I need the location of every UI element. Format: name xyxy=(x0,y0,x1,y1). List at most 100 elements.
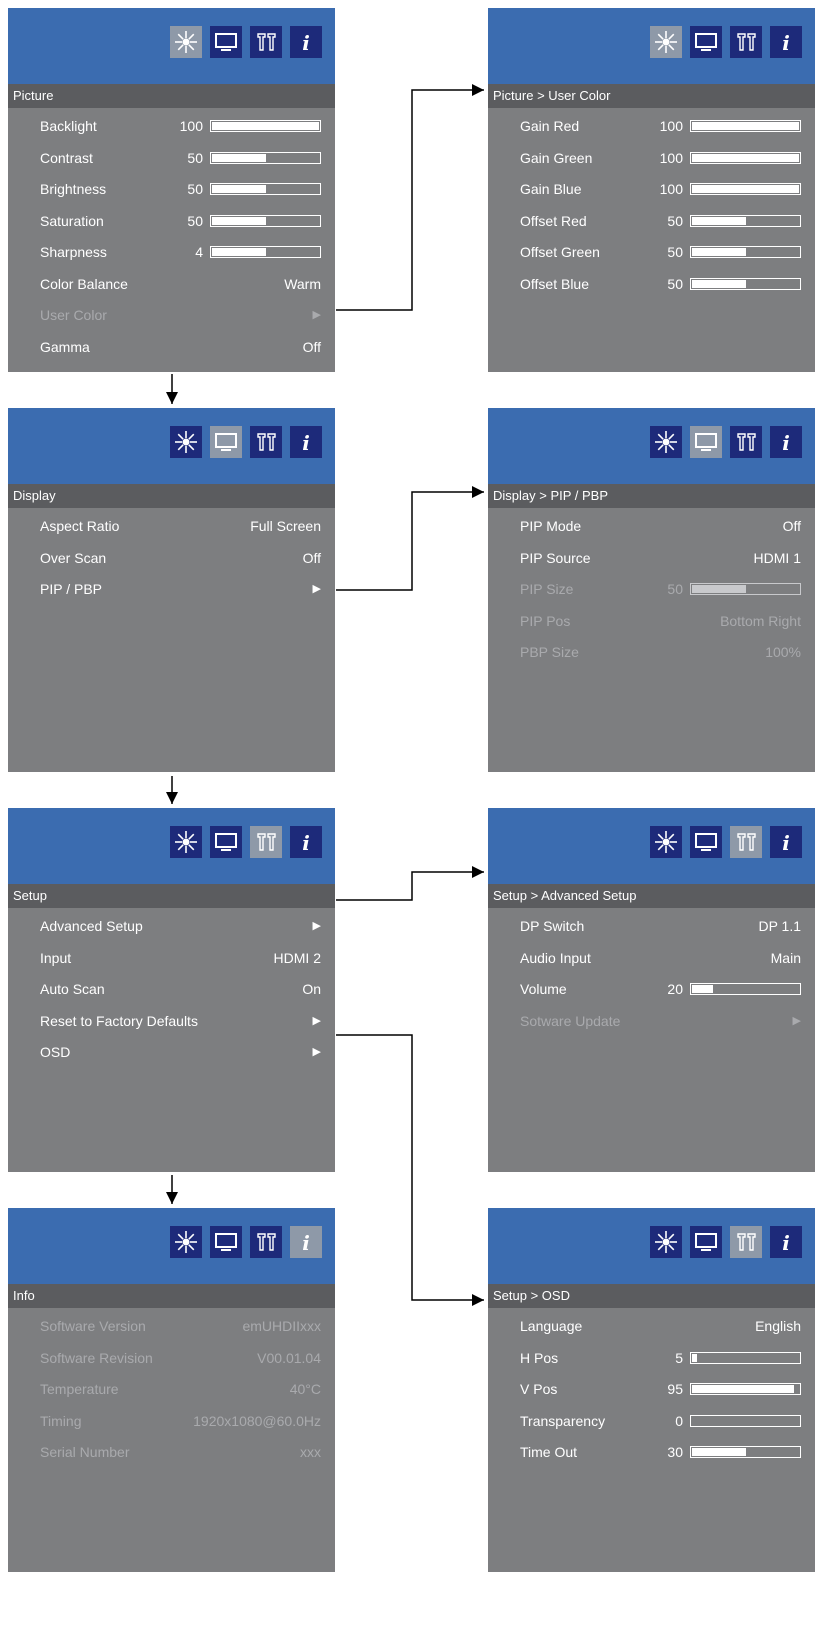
level-slider[interactable] xyxy=(210,246,321,258)
menu-row-label: PIP Mode xyxy=(520,518,582,534)
level-slider[interactable] xyxy=(690,983,801,995)
menu-row[interactable]: Contrast 50 xyxy=(8,143,335,175)
menu-row[interactable]: DP Switch DP 1.1 xyxy=(488,911,815,943)
menu-row[interactable]: Saturation 50 xyxy=(8,206,335,238)
menu-row-label: Language xyxy=(520,1318,583,1334)
menu-row-value: On xyxy=(302,981,321,997)
tab-sun-icon[interactable] xyxy=(650,826,682,858)
menu-row[interactable]: Language English xyxy=(488,1311,815,1343)
menu-row[interactable]: Volume 20 xyxy=(488,974,815,1006)
tab-tools-icon[interactable] xyxy=(250,826,282,858)
menu-row[interactable]: PIP Pos Bottom Right xyxy=(488,606,815,638)
menu-rows: DP Switch DP 1.1 Audio Input Main Volume 20 So… xyxy=(488,911,815,1037)
menu-row[interactable]: Aspect Ratio Full Screen xyxy=(8,511,335,543)
menu-row[interactable]: PIP / PBP ▶ xyxy=(8,574,335,606)
menu-row[interactable]: Temperature 40°C xyxy=(8,1374,335,1406)
menu-row-value: Main xyxy=(770,949,801,966)
tab-info-icon[interactable]: i xyxy=(770,426,802,458)
menu-row[interactable]: PBP Size 100% xyxy=(488,637,815,669)
tab-info-icon[interactable]: i xyxy=(290,426,322,458)
menu-row[interactable]: Reset to Factory Defaults ▶ xyxy=(8,1006,335,1038)
tab-sun-icon[interactable] xyxy=(170,26,202,58)
tab-tools-icon[interactable] xyxy=(730,1226,762,1258)
menu-row[interactable]: Sotware Update ▶ xyxy=(488,1006,815,1038)
level-slider[interactable] xyxy=(690,151,801,164)
tab-sun-icon[interactable] xyxy=(170,426,202,458)
menu-row[interactable]: Brightness 50 xyxy=(8,174,335,206)
level-slider[interactable] xyxy=(210,120,321,132)
level-slider[interactable] xyxy=(210,214,321,227)
menu-row[interactable]: PIP Size 50 xyxy=(488,574,815,606)
menu-row[interactable]: Input HDMI 2 xyxy=(8,943,335,975)
menu-row[interactable]: Offset Green 50 xyxy=(488,237,815,269)
level-slider[interactable] xyxy=(210,183,321,195)
tab-info-icon[interactable]: i xyxy=(770,826,802,858)
menu-row-number: 50 xyxy=(187,212,203,229)
tab-monitor-icon[interactable] xyxy=(210,1226,242,1258)
tab-info-icon[interactable]: i xyxy=(770,1226,802,1258)
menu-row[interactable]: Time Out 30 xyxy=(488,1437,815,1469)
menu-row[interactable]: Over Scan Off xyxy=(8,543,335,575)
tab-tools-icon[interactable] xyxy=(250,426,282,458)
menu-row[interactable]: Offset Blue 50 xyxy=(488,269,815,301)
tab-tools-icon[interactable] xyxy=(730,26,762,58)
tab-info-icon[interactable]: i xyxy=(290,1226,322,1258)
menu-row[interactable]: H Pos 5 xyxy=(488,1343,815,1375)
tab-sun-icon[interactable] xyxy=(170,1226,202,1258)
tab-monitor-icon[interactable] xyxy=(690,426,722,458)
level-slider[interactable] xyxy=(690,583,801,595)
level-slider[interactable] xyxy=(690,183,801,195)
menu-row[interactable]: Gamma Off xyxy=(8,332,335,364)
tab-monitor-icon[interactable] xyxy=(210,26,242,58)
menu-row[interactable]: Serial Number xxx xyxy=(8,1437,335,1469)
menu-row[interactable]: Software Revision V00.01.04 xyxy=(8,1343,335,1375)
tab-monitor-icon[interactable] xyxy=(690,26,722,58)
menu-row[interactable]: Audio Input Main xyxy=(488,943,815,975)
tab-sun-icon[interactable] xyxy=(170,826,202,858)
tab-monitor-icon[interactable] xyxy=(210,426,242,458)
tab-info-icon[interactable]: i xyxy=(290,26,322,58)
level-slider[interactable] xyxy=(690,246,801,258)
menu-row[interactable]: Sharpness 4 xyxy=(8,237,335,269)
level-slider[interactable] xyxy=(690,120,801,132)
tab-tools-icon[interactable] xyxy=(730,826,762,858)
level-slider[interactable] xyxy=(690,277,801,290)
menu-row[interactable]: Timing 1920x1080@60.0Hz xyxy=(8,1406,335,1438)
menu-row[interactable]: Auto Scan On xyxy=(8,974,335,1006)
menu-row[interactable]: OSD ▶ xyxy=(8,1037,335,1069)
menu-row[interactable]: Advanced Setup ▶ xyxy=(8,911,335,943)
tab-info-icon[interactable]: i xyxy=(770,26,802,58)
menu-row[interactable]: PIP Source HDMI 1 xyxy=(488,543,815,575)
menu-row[interactable]: Offset Red 50 xyxy=(488,206,815,238)
tab-sun-icon[interactable] xyxy=(650,426,682,458)
menu-row-label: Temperature xyxy=(40,1381,119,1397)
menu-row[interactable]: Color Balance Warm xyxy=(8,269,335,301)
tab-monitor-icon[interactable] xyxy=(690,1226,722,1258)
menu-row-number: 5 xyxy=(675,1349,683,1366)
menu-row[interactable]: Transparency 0 xyxy=(488,1406,815,1438)
tab-monitor-icon[interactable] xyxy=(210,826,242,858)
menu-row[interactable]: Gain Blue 100 xyxy=(488,174,815,206)
menu-row[interactable]: User Color ▶ xyxy=(8,300,335,332)
menu-row[interactable]: Gain Green 100 xyxy=(488,143,815,175)
level-slider[interactable] xyxy=(210,151,321,164)
tab-tools-icon[interactable] xyxy=(250,1226,282,1258)
tab-sun-icon[interactable] xyxy=(650,26,682,58)
level-slider[interactable] xyxy=(690,214,801,227)
level-slider[interactable] xyxy=(690,1446,801,1458)
tab-tools-icon[interactable] xyxy=(730,426,762,458)
menu-row-number: 100 xyxy=(659,118,683,134)
menu-row[interactable]: Software Version emUHDIIxxx xyxy=(8,1311,335,1343)
menu-row-label: Offset Red xyxy=(520,212,587,229)
tab-tools-icon[interactable] xyxy=(250,26,282,58)
level-slider[interactable] xyxy=(690,1383,801,1395)
menu-row[interactable]: Backlight 100 xyxy=(8,111,335,143)
menu-row[interactable]: Gain Red 100 xyxy=(488,111,815,143)
level-slider[interactable] xyxy=(690,1414,801,1427)
menu-row[interactable]: V Pos 95 xyxy=(488,1374,815,1406)
tab-monitor-icon[interactable] xyxy=(690,826,722,858)
tab-info-icon[interactable]: i xyxy=(290,826,322,858)
tab-sun-icon[interactable] xyxy=(650,1226,682,1258)
level-slider[interactable] xyxy=(690,1351,801,1364)
menu-row[interactable]: PIP Mode Off xyxy=(488,511,815,543)
